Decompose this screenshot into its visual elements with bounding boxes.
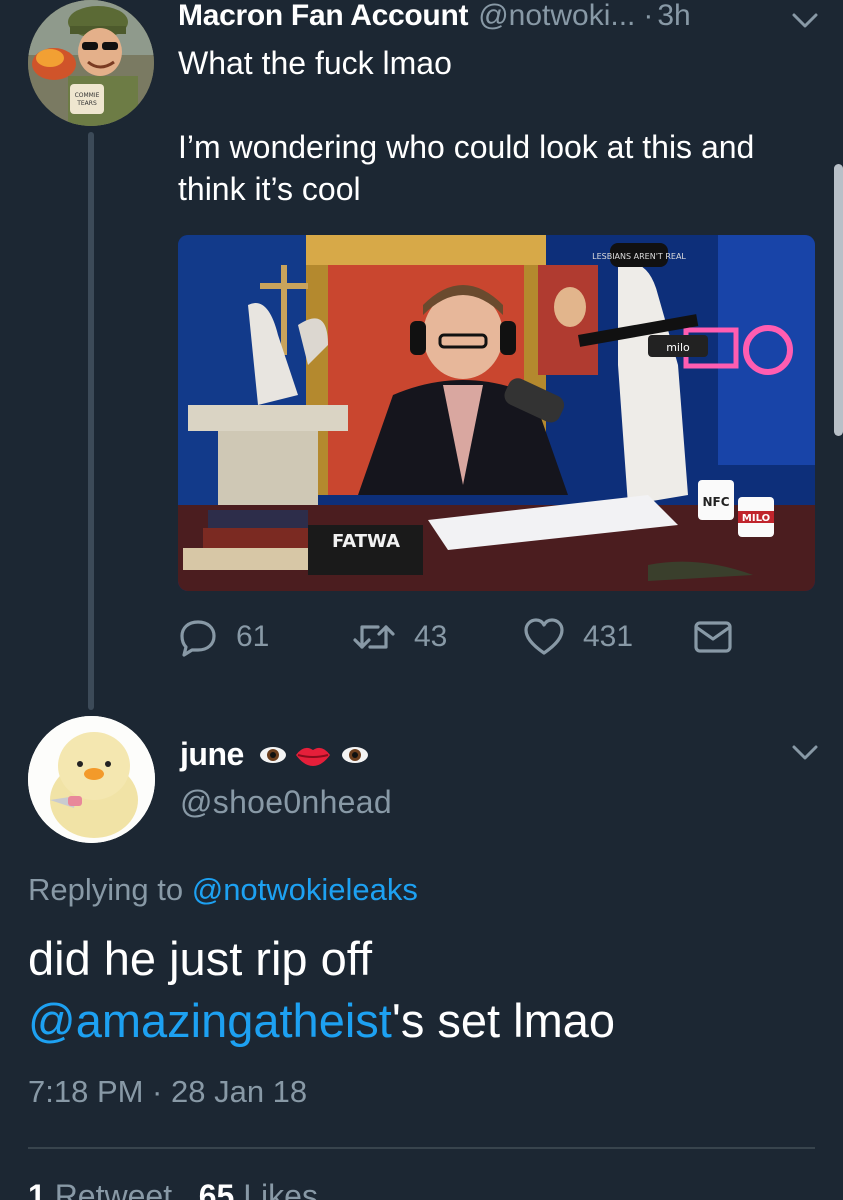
reply-icon <box>180 620 216 657</box>
tweet2-body-line1: did he just rip off <box>28 932 373 985</box>
tweet2-body-suffix: 's set lmao <box>391 994 616 1047</box>
svg-text:COMMIE: COMMIE <box>75 92 100 99</box>
tweet1-display-name[interactable]: Macron Fan Account <box>178 0 468 34</box>
media-mug-left: NFC <box>702 495 729 509</box>
chevron-down-icon[interactable] <box>790 8 820 32</box>
tweet2-body-line2: @amazingatheist's set lmao <box>28 990 818 1052</box>
tweet1-handle[interactable]: @notwoki... <box>478 0 635 34</box>
divider <box>28 1147 815 1149</box>
tweet1-time[interactable]: 3h <box>657 0 690 34</box>
chevron-down-icon[interactable] <box>790 740 820 764</box>
media-mug-right: MILO <box>742 513 770 524</box>
tweet2-stats: 1 Retweet 65 Likes <box>28 1178 318 1200</box>
replying-to-mention[interactable]: @notwokieleaks <box>192 872 418 907</box>
lips-emoji-icon <box>295 747 330 766</box>
tweet1-header: Macron Fan Account @notwoki... · 3h <box>178 0 691 38</box>
retweet-total[interactable]: 1 <box>28 1178 46 1200</box>
reply-action[interactable]: 61 <box>178 617 269 657</box>
tweet2-display-name[interactable]: june <box>180 736 244 773</box>
tweet1-action-bar: 61 43 431 <box>0 617 843 665</box>
name-emoji-group <box>258 742 370 768</box>
retweet-total-label[interactable]: Retweet <box>55 1178 172 1200</box>
eye-emoji-icon <box>259 746 286 763</box>
body-mention-link[interactable]: @amazingatheist <box>28 994 392 1047</box>
replying-to-line: Replying to @notwokieleaks <box>28 872 418 908</box>
svg-text:TEARS: TEARS <box>76 100 97 107</box>
scrollbar-thumb[interactable] <box>834 164 843 436</box>
tweet1-media-image[interactable]: LESBIANS AREN'T REAL milo FATWA NFC MILO <box>178 235 815 591</box>
like-total-label[interactable]: Likes <box>243 1178 318 1200</box>
tweet1-text-line2: I’m wondering who could look at this and… <box>178 129 755 207</box>
message-icon <box>694 621 732 653</box>
like-count: 431 <box>583 620 634 653</box>
tweet2-handle[interactable]: @shoe0nhead <box>180 784 392 821</box>
media-cap-text: LESBIANS AREN'T REAL <box>592 252 686 261</box>
direct-message-action[interactable] <box>692 617 752 657</box>
media-mic-brand: milo <box>666 341 690 354</box>
retweet-icon <box>353 625 395 649</box>
replying-to-prefix: Replying to <box>28 872 184 907</box>
retweet-count: 43 <box>414 620 448 653</box>
like-action[interactable]: 431 <box>523 617 633 657</box>
tweet2-name-row: june <box>180 736 370 773</box>
reply-count: 61 <box>236 620 270 653</box>
heart-icon <box>524 618 564 655</box>
tweet2-body: did he just rip off @amazingatheist's se… <box>28 928 818 1052</box>
tweet1-separator: · <box>643 0 654 32</box>
eye-emoji-icon <box>341 746 368 763</box>
tweet2-timestamp[interactable]: 7:18 PM · 28 Jan 18 <box>28 1074 307 1110</box>
twitter-thread: COMMIE TEARS Macron Fan Account @notwoki… <box>0 0 843 1200</box>
retweet-action[interactable]: 43 <box>352 617 447 657</box>
tweet1-text-line1: What the fuck lmao <box>178 45 452 81</box>
tweet1-text: What the fuck lmao I’m wondering who cou… <box>178 42 828 210</box>
like-total[interactable]: 65 <box>199 1178 235 1200</box>
tweet1-text-gap <box>178 84 828 126</box>
media-book-title: FATWA <box>332 531 400 552</box>
tweet1-avatar[interactable]: COMMIE TEARS <box>28 0 154 126</box>
tweet2-avatar[interactable] <box>28 716 155 843</box>
